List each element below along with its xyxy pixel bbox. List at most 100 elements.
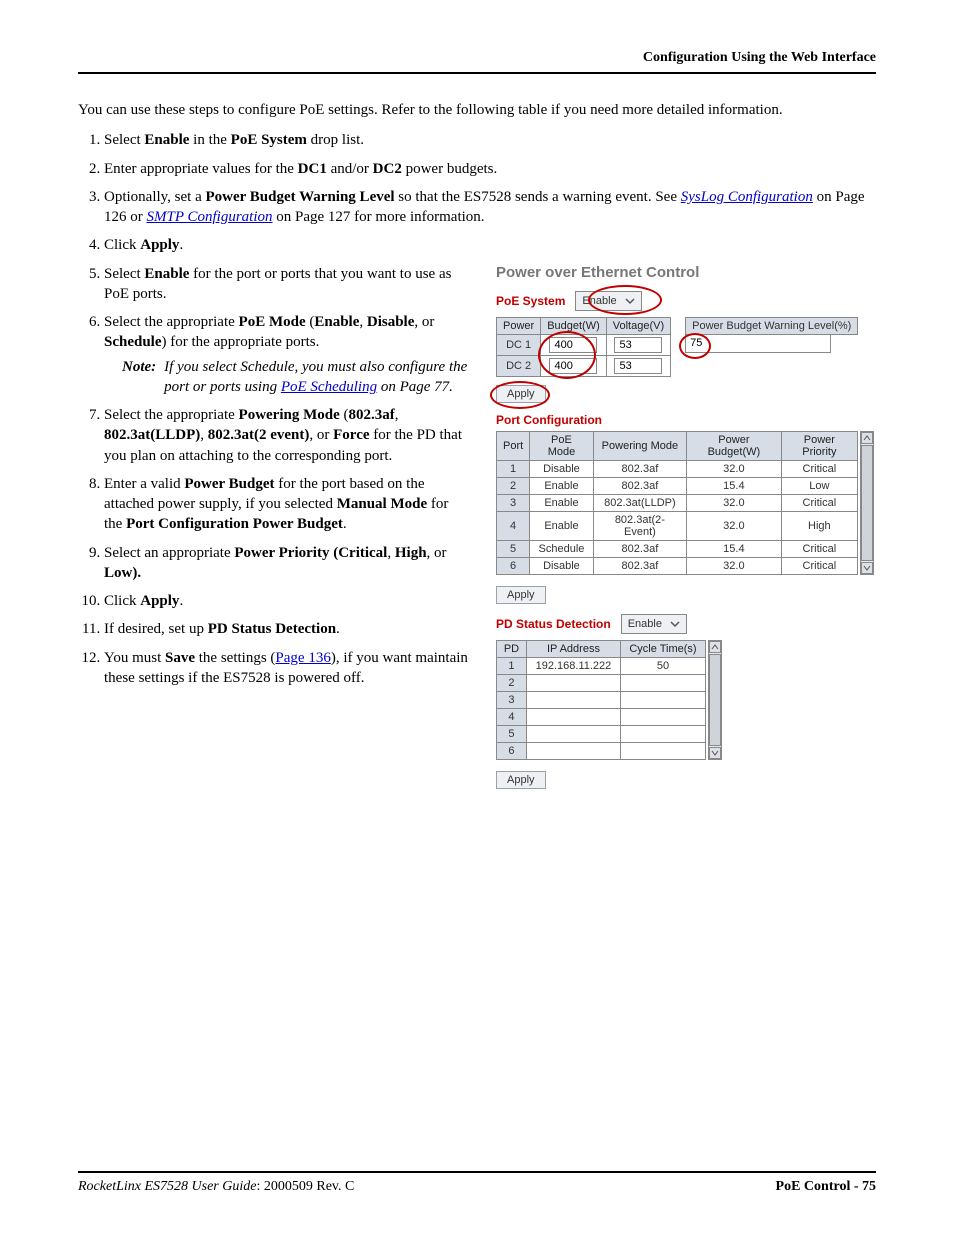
table-row: 5	[497, 725, 706, 742]
footer-page: PoE Control - 75	[776, 1179, 876, 1195]
cell-power: DC 2	[497, 355, 541, 376]
table-row: 2	[497, 674, 706, 691]
col-budget: Budget(W)	[541, 317, 607, 334]
table-row: 4Enable802.3at(2-Event)32.0High	[497, 511, 858, 540]
step-3: Optionally, set a Power Budget Warning L…	[104, 187, 876, 228]
scroll-down-icon[interactable]	[861, 562, 873, 574]
cell-budget: 32.0	[687, 494, 782, 511]
step-10: Click Apply.	[104, 591, 470, 611]
cell-priority: Critical	[781, 557, 857, 574]
pd-scrollbar[interactable]	[708, 640, 722, 760]
port-scrollbar[interactable]	[860, 431, 874, 575]
link-poe-scheduling[interactable]: PoE Scheduling	[281, 379, 377, 395]
poe-system-label: PoE System	[496, 294, 565, 308]
cell-budget: 15.4	[687, 477, 782, 494]
scroll-up-icon[interactable]	[709, 641, 721, 653]
link-syslog[interactable]: SysLog Configuration	[681, 189, 813, 205]
step-11: If desired, set up PD Status Detection.	[104, 619, 470, 639]
chevron-down-icon	[623, 294, 637, 308]
budget-input[interactable]	[549, 358, 597, 374]
scroll-thumb[interactable]	[861, 445, 873, 561]
cell-cycle	[620, 725, 705, 742]
poe-control-screenshot: Power over Ethernet Control PoE System E…	[496, 264, 876, 789]
warn-level-input[interactable]	[685, 335, 831, 353]
cell-mode: Enable	[530, 494, 594, 511]
cell-port: 3	[497, 494, 530, 511]
step-7: Select the appropriate Powering Mode (80…	[104, 405, 470, 466]
chevron-down-icon	[668, 617, 682, 631]
col-power: Power	[497, 317, 541, 334]
scroll-down-icon[interactable]	[709, 747, 721, 759]
voltage-input[interactable]	[614, 337, 662, 353]
footer-product: RocketLinx ES7528 User Guide	[78, 1179, 256, 1194]
link-page-136[interactable]: Page 136	[275, 650, 330, 666]
col-power-budget: Power Budget(W)	[687, 431, 782, 460]
cell-port: 1	[497, 460, 530, 477]
cell-cycle	[620, 674, 705, 691]
pd-status-select[interactable]: Enable	[621, 614, 687, 634]
cell-pd: 2	[497, 674, 527, 691]
step-6: Select the appropriate PoE Mode (Enable,…	[104, 312, 470, 397]
cell-budget: 32.0	[687, 460, 782, 477]
cell-pmode: 802.3af	[593, 460, 686, 477]
cell-ip	[526, 674, 620, 691]
cell-ip: 192.168.11.222	[526, 657, 620, 674]
table-row: DC 1	[497, 334, 671, 355]
cell-priority: High	[781, 511, 857, 540]
step-8: Enter a valid Power Budget for the port …	[104, 474, 470, 535]
cell-power: DC 1	[497, 334, 541, 355]
cell-ip	[526, 708, 620, 725]
cell-ip	[526, 691, 620, 708]
table-row: 3	[497, 691, 706, 708]
pd-status-select-value: Enable	[628, 618, 662, 630]
ss-title: Power over Ethernet Control	[496, 264, 876, 281]
table-row: 1Disable802.3af32.0Critical	[497, 460, 858, 477]
cell-port: 2	[497, 477, 530, 494]
page-footer: RocketLinx ES7528 User Guide: 2000509 Re…	[78, 1171, 876, 1195]
col-port: Port	[497, 431, 530, 460]
pd-status-label: PD Status Detection	[496, 617, 611, 631]
step-12: You must Save the settings (Page 136), i…	[104, 648, 470, 689]
apply-button-port[interactable]: Apply	[496, 586, 546, 604]
cell-mode: Enable	[530, 477, 594, 494]
cell-budget	[541, 334, 607, 355]
pd-status-table: PD IP Address Cycle Time(s) 1192.168.11.…	[496, 640, 706, 760]
cell-pd: 4	[497, 708, 527, 725]
cell-pd: 6	[497, 742, 527, 759]
apply-button-pd[interactable]: Apply	[496, 771, 546, 789]
footer-rev: : 2000509 Rev. C	[256, 1179, 354, 1194]
table-row: 3Enable802.3at(LLDP)32.0Critical	[497, 494, 858, 511]
cell-ip	[526, 742, 620, 759]
cell-priority: Critical	[781, 540, 857, 557]
cell-port: 5	[497, 540, 530, 557]
voltage-input[interactable]	[614, 358, 662, 374]
budget-input[interactable]	[549, 337, 597, 353]
cell-budget: 32.0	[687, 557, 782, 574]
steps-list-top: Select Enable in the PoE System drop lis…	[78, 130, 876, 255]
cell-mode: Disable	[530, 460, 594, 477]
col-poe-mode: PoE Mode	[530, 431, 594, 460]
poe-system-select-value: Enable	[582, 295, 616, 307]
step-6-note: Note: If you select Schedule, you must a…	[122, 357, 470, 398]
cell-voltage	[606, 334, 670, 355]
poe-system-select[interactable]: Enable	[575, 291, 641, 311]
table-row: 5Schedule802.3af15.4Critical	[497, 540, 858, 557]
link-smtp[interactable]: SMTP Configuration	[147, 209, 273, 225]
cell-cycle	[620, 708, 705, 725]
step-1: Select Enable in the PoE System drop lis…	[104, 130, 876, 150]
cell-budget: 32.0	[687, 511, 782, 540]
header-section: Configuration Using the Web Interface	[643, 50, 876, 66]
cell-port: 6	[497, 557, 530, 574]
col-pd: PD	[497, 640, 527, 657]
apply-button-system[interactable]: Apply	[496, 385, 546, 403]
port-config-label: Port Configuration	[496, 413, 876, 427]
cell-cycle	[620, 742, 705, 759]
cell-priority: Low	[781, 477, 857, 494]
cell-ip	[526, 725, 620, 742]
step-2: Enter appropriate values for the DC1 and…	[104, 159, 876, 179]
table-row: 4	[497, 708, 706, 725]
scroll-thumb[interactable]	[709, 654, 721, 746]
step-4: Click Apply.	[104, 235, 876, 255]
cell-cycle	[620, 691, 705, 708]
scroll-up-icon[interactable]	[861, 432, 873, 444]
